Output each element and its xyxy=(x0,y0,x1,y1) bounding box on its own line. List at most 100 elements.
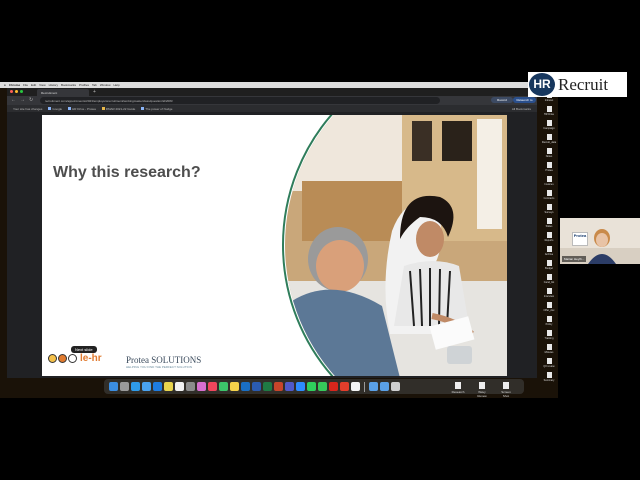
word-icon[interactable] xyxy=(252,382,261,391)
tab-recruitment[interactable]: Recruitment xyxy=(37,89,89,96)
bookmark-label: Google xyxy=(52,106,63,111)
desktop-file[interactable]: Recruit_data xyxy=(541,134,557,147)
bookmark-item[interactable]: HR Drive - Protea xyxy=(68,107,96,111)
powerpoint-icon[interactable] xyxy=(274,382,283,391)
new-tab-button[interactable]: + xyxy=(93,89,96,95)
chrome-icon[interactable] xyxy=(164,382,173,391)
excel-icon[interactable] xyxy=(263,382,272,391)
bookmark-icon xyxy=(141,107,145,111)
back-button[interactable]: ← xyxy=(11,97,16,104)
apple-icon[interactable]: ● xyxy=(4,83,6,87)
teams-icon[interactable] xyxy=(285,382,294,391)
bookmark-item[interactable]: The power of Nudge xyxy=(141,107,172,111)
music-icon[interactable] xyxy=(208,382,217,391)
file-label: Cand_list xyxy=(543,281,555,284)
desktop-file[interactable]: Archive xyxy=(541,246,557,259)
folder-icon[interactable] xyxy=(369,382,378,391)
bookmark-icon xyxy=(48,107,52,111)
webcam-feed: Protea Marian Heyth... xyxy=(560,218,640,264)
photos-icon[interactable] xyxy=(197,382,206,391)
bookmark-label: The power of Nudge xyxy=(145,106,173,111)
maximize-window-icon[interactable] xyxy=(20,90,23,93)
desktop-file[interactable]: Surveys xyxy=(541,204,557,217)
close-window-icon[interactable] xyxy=(10,90,13,93)
desktop-file[interactable]: Cand_list xyxy=(541,274,557,287)
outlook-icon[interactable] xyxy=(241,382,250,391)
file-label: Reports xyxy=(544,239,554,242)
forward-button[interactable]: → xyxy=(20,97,25,104)
menu-profiles[interactable]: Profiles xyxy=(79,83,89,87)
all-bookmarks-link[interactable]: All Bookmarks xyxy=(512,107,537,111)
finder-icon[interactable] xyxy=(109,382,118,391)
file-icon xyxy=(546,288,552,294)
menu-history[interactable]: History xyxy=(49,83,58,87)
zoom-icon[interactable] xyxy=(296,382,305,391)
app-icon[interactable] xyxy=(351,382,360,391)
acrobat-icon[interactable] xyxy=(329,382,338,391)
facetime-icon[interactable] xyxy=(219,382,228,391)
menu-bookmarks[interactable]: Bookmarks xyxy=(61,83,76,87)
desktop-file[interactable]: Budget xyxy=(541,260,557,273)
calendar-icon[interactable] xyxy=(175,382,184,391)
desktop-file[interactable]: HR Drive xyxy=(541,106,557,119)
desktop-file[interactable]: Campaign xyxy=(541,120,557,133)
file-label: Wavy Renew xyxy=(477,390,487,398)
menu-edit[interactable]: Edit xyxy=(31,83,36,87)
menu-tab[interactable]: Tab xyxy=(92,83,97,87)
app-store-icon[interactable] xyxy=(153,382,162,391)
file-label: Contracts xyxy=(543,197,555,200)
menu-help[interactable]: Help xyxy=(114,83,120,87)
url-input[interactable]: recruitment.com/appointments/2023/employ… xyxy=(40,97,440,104)
menu-chrome[interactable]: Chrome xyxy=(9,83,20,87)
desktop-file[interactable]: Notes xyxy=(541,148,557,161)
hr-logo-icon: HR xyxy=(529,73,555,96)
whatsapp-icon[interactable] xyxy=(307,382,316,391)
desktop-file[interactable]: Reports xyxy=(541,232,557,245)
menu-file[interactable]: File xyxy=(23,83,28,87)
settings-icon[interactable] xyxy=(186,382,195,391)
desktop-file[interactable]: Protea xyxy=(541,162,557,175)
menu-view[interactable]: View xyxy=(39,83,45,87)
file-icon xyxy=(479,382,485,389)
desktop-file[interactable]: Policy xyxy=(541,316,557,329)
desktop-file[interactable]: Invoices xyxy=(541,176,557,189)
office-meeting-photo xyxy=(282,115,507,376)
mail-icon[interactable] xyxy=(142,382,151,391)
hr-badge-label: Recruit xyxy=(558,74,609,94)
notes-icon[interactable] xyxy=(230,382,239,391)
launchpad-icon[interactable] xyxy=(120,382,129,391)
record-button[interactable]: Record xyxy=(491,97,513,103)
bookmark-item[interactable]: Google xyxy=(48,107,62,111)
bookmark-item[interactable]: RMAR 2021-22 Guide xyxy=(101,107,135,111)
file-label: Invoices xyxy=(544,183,554,186)
desktop-file[interactable]: Contracts xyxy=(541,190,557,203)
participant-name: Marian Heyth... xyxy=(562,256,587,262)
desktop-file[interactable]: Summary xyxy=(541,372,557,385)
menu-window[interactable]: Window xyxy=(100,83,111,87)
relaunch-update-button[interactable]: Relaunch to update xyxy=(513,97,536,108)
desktop-file[interactable]: Wavy Renew xyxy=(474,382,490,398)
reload-button[interactable]: ↻ xyxy=(29,97,33,104)
file-icon xyxy=(546,218,552,224)
desktop-file-row: Research Wavy Renew Screen Shot xyxy=(450,382,514,398)
adobe-icon[interactable] xyxy=(340,382,349,391)
bookmarks-notice[interactable]: Your site has changes xyxy=(13,107,42,111)
desktop-file[interactable]: Training xyxy=(541,330,557,343)
file-label: Intranet xyxy=(544,99,554,102)
desktop-file[interactable]: Slides xyxy=(541,218,557,231)
window-controls xyxy=(10,90,23,93)
desktop-file[interactable]: Minutes xyxy=(541,344,557,357)
safari-icon[interactable] xyxy=(131,382,140,391)
minimize-window-icon[interactable] xyxy=(15,90,18,93)
desktop-file[interactable]: Q3 review xyxy=(541,358,557,371)
desktop-file[interactable]: Offer_doc xyxy=(541,302,557,315)
desktop-file[interactable]: Interview xyxy=(541,288,557,301)
downloads-icon[interactable] xyxy=(380,382,389,391)
desktop-file[interactable]: Screen Shot xyxy=(498,382,514,398)
desktop-file[interactable]: Research xyxy=(450,382,466,398)
file-icon xyxy=(546,134,552,140)
file-label: Surveys xyxy=(544,211,554,214)
logo-circle-icon xyxy=(58,354,67,363)
messages-icon[interactable] xyxy=(318,382,327,391)
trash-icon[interactable] xyxy=(391,382,400,391)
